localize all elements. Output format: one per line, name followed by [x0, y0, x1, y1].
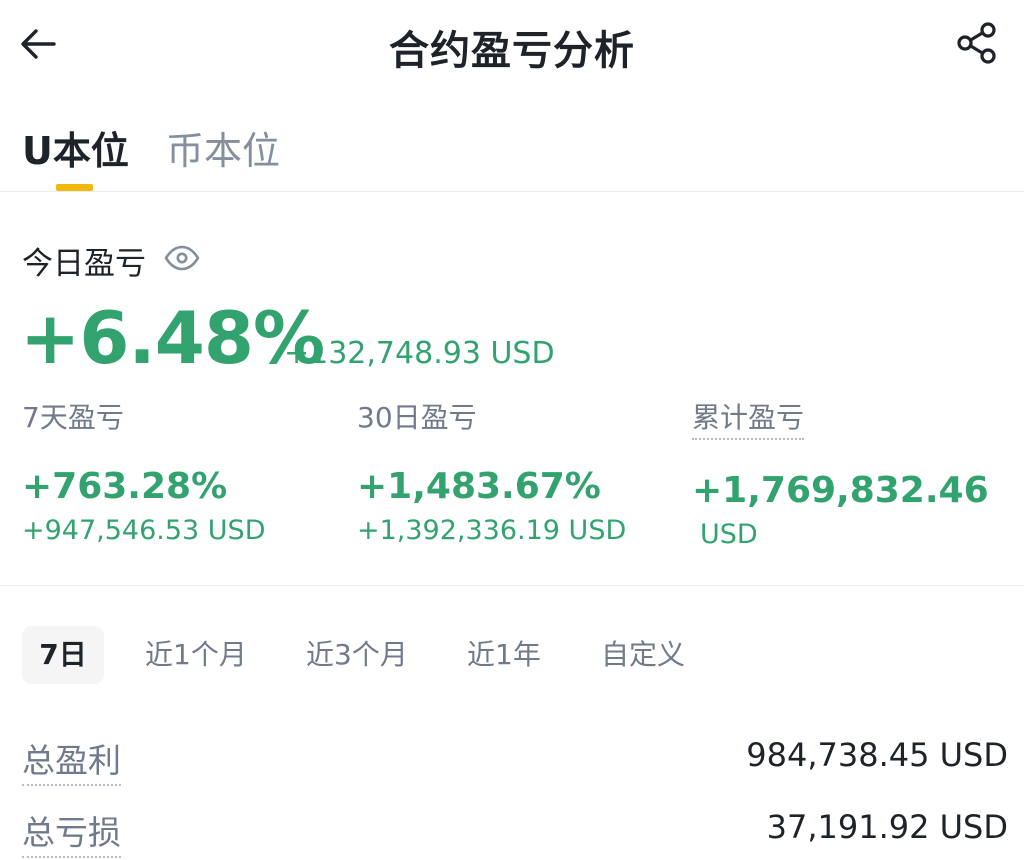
period-selector: 7日 近1个月 近3个月 近1年 自定义 [0, 626, 1024, 684]
page-title: 合约盈亏分析 [389, 28, 635, 74]
active-tab-indicator [56, 184, 93, 191]
tab-coin-margined[interactable]: 币本位 [166, 120, 280, 175]
total-profit-row: 总盈利 984,738.45 USD [0, 734, 1024, 786]
stat-7d-pnl: 7天盈亏 +763.28% +947,546.53 USD [22, 396, 266, 546]
stat-amount: +947,546.53 USD [22, 515, 266, 546]
total-loss-label[interactable]: 总亏损 [22, 806, 121, 858]
stat-label: 7天盈亏 [22, 401, 124, 434]
today-pnl-label: 今日盈亏 [22, 246, 146, 282]
total-loss-value: 37,191.92 USD [766, 808, 1008, 846]
stat-label: 30日盈亏 [357, 401, 477, 434]
stat-percent: +1,769,832.46 [692, 470, 989, 511]
period-7d[interactable]: 7日 [22, 626, 104, 684]
stat-amount: +1,392,336.19 USD [357, 515, 627, 546]
stat-label[interactable]: 累计盈亏 [692, 396, 805, 440]
top-bar: 合约盈亏分析 [0, 0, 1024, 90]
total-loss-row: 总亏损 37,191.92 USD [0, 806, 1024, 858]
total-profit-label[interactable]: 总盈利 [22, 734, 121, 786]
stat-cumulative-pnl[interactable]: 累计盈亏 +1,769,832.46 USD [692, 396, 989, 550]
share-button[interactable] [952, 20, 1002, 66]
today-pnl-amount: +132,748.93 USD [284, 336, 555, 371]
stat-30d-pnl: 30日盈亏 +1,483.67% +1,392,336.19 USD [357, 396, 626, 546]
tab-usdt-margined[interactable]: U本位 [22, 120, 129, 175]
period-custom[interactable]: 自定义 [601, 626, 685, 684]
stat-percent: +763.28% [22, 466, 228, 507]
period-1y[interactable]: 近1年 [467, 626, 541, 684]
stat-amount: USD [700, 519, 758, 550]
period-3m[interactable]: 近3个月 [306, 626, 408, 684]
period-1m[interactable]: 近1个月 [145, 626, 247, 684]
eye-icon[interactable] [162, 242, 202, 274]
share-icon [957, 22, 996, 64]
margin-type-tabs: U本位 币本位 [0, 112, 1024, 192]
total-profit-value: 984,738.45 USD [746, 736, 1008, 774]
section-divider [0, 585, 1024, 586]
stat-percent: +1,483.67% [357, 466, 601, 507]
today-pnl-percent: +6.48% [20, 296, 325, 380]
